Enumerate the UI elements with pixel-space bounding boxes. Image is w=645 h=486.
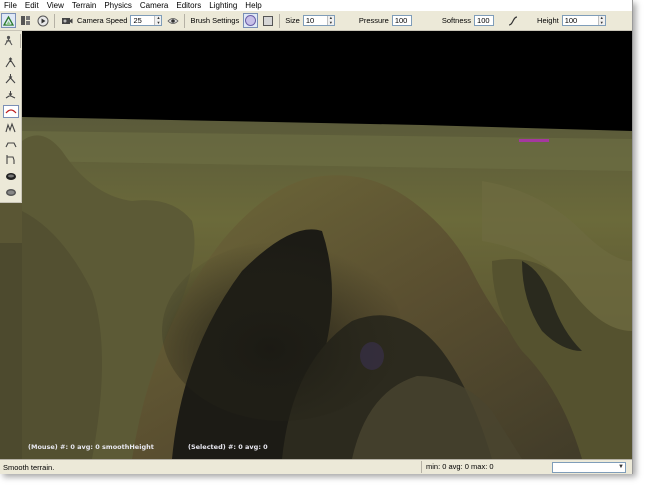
eye-icon	[167, 16, 179, 26]
editor-window: File Edit View Terrain Physics Camera Ed…	[0, 0, 633, 474]
softness-input[interactable]: 100	[474, 15, 495, 26]
brush-square-icon	[262, 15, 273, 26]
softness-value: 100	[477, 16, 490, 25]
raise-height-button[interactable]	[3, 56, 19, 69]
camera-speed-input[interactable]: 25 ▲ ▼	[130, 15, 163, 26]
square-brush-button[interactable]	[260, 13, 275, 28]
hole-icon	[5, 172, 17, 181]
brush-settings-label: Brush Settings	[190, 16, 240, 25]
menu-lighting[interactable]: Lighting	[205, 0, 241, 11]
adjust-height-button[interactable]	[2, 104, 19, 118]
pressure-input[interactable]: 100	[391, 15, 412, 26]
brush-round-icon	[245, 15, 257, 26]
erase-icon	[5, 188, 17, 197]
chevron-down-icon: ▼	[618, 463, 624, 470]
spinner-arrows-icon[interactable]: ▲ ▼	[597, 15, 605, 25]
terrain-editor-button[interactable]	[1, 13, 16, 28]
toolbar-separator	[279, 13, 281, 28]
lower-height-icon	[5, 73, 16, 84]
menu-file[interactable]: File	[0, 0, 21, 11]
menu-camera[interactable]: Camera	[136, 0, 172, 11]
character-icon	[3, 35, 14, 46]
size-label: Size	[285, 16, 300, 25]
height-stats: min: 0 avg: 0 max: 0	[421, 461, 546, 473]
smooth-icon	[5, 90, 16, 101]
height-value: 100	[564, 16, 578, 25]
size-value: 10	[305, 16, 315, 25]
softness-curve-button[interactable]	[505, 13, 520, 28]
palette-character-button[interactable]	[1, 33, 16, 48]
camera-speed-label: Camera Speed	[77, 16, 128, 25]
menu-edit[interactable]: Edit	[21, 0, 43, 11]
menu-physics[interactable]: Physics	[100, 0, 136, 11]
camera-icon	[61, 16, 73, 26]
play-icon	[37, 15, 49, 27]
spinner-arrows-icon[interactable]: ▲ ▼	[326, 15, 334, 25]
paint-icon	[5, 154, 16, 165]
menu-view[interactable]: View	[43, 0, 68, 11]
toolbar-separator	[54, 13, 55, 28]
menu-terrain[interactable]: Terrain	[68, 0, 100, 11]
terrain-render	[22, 31, 632, 459]
status-message: Smooth terrain.	[3, 462, 55, 472]
toolbar-separator	[20, 33, 21, 48]
terrain-edge-render	[0, 203, 22, 459]
terrain-viewport-edge	[0, 203, 22, 459]
menu-editors[interactable]: Editors	[172, 0, 205, 11]
status-bar: Smooth terrain. min: 0 avg: 0 max: 0 ▼	[0, 459, 632, 474]
camera-speed-value: 25	[133, 16, 142, 25]
pressure-label: Pressure	[358, 16, 389, 25]
size-input[interactable]: 10 ▲ ▼	[302, 15, 335, 26]
mouse-info-overlay: (Mouse) #: 0 avg: 0 smoothHeight	[28, 443, 154, 451]
play-button[interactable]	[35, 13, 50, 28]
lower-height-button[interactable]	[3, 72, 19, 85]
selected-info-overlay: (Selected) #: 0 avg: 0	[188, 443, 268, 451]
view-toggle-button[interactable]	[165, 13, 180, 28]
terrain-tools-panel	[0, 50, 22, 203]
softness-label: Softness	[441, 16, 472, 25]
flatten-icon	[5, 139, 17, 149]
erase-button[interactable]	[3, 186, 19, 199]
noise-button[interactable]	[3, 121, 19, 134]
noise-icon	[5, 122, 16, 133]
smooth-button[interactable]	[3, 88, 19, 101]
status-dropdown[interactable]: ▼	[552, 461, 626, 473]
adjust-height-icon	[5, 106, 17, 116]
softness-curve-icon	[507, 15, 519, 27]
pressure-value: 100	[394, 16, 408, 25]
raise-height-icon	[5, 57, 16, 68]
round-brush-button[interactable]	[243, 13, 259, 28]
terrain-brush-icon	[3, 15, 14, 26]
main-toolbar: Camera Speed 25 ▲ ▼ Brush Settings Size 1…	[0, 11, 632, 31]
camera-button[interactable]	[59, 13, 74, 28]
paint-button[interactable]	[3, 153, 19, 166]
flatten-button[interactable]	[3, 137, 19, 150]
menu-help[interactable]: Help	[241, 0, 265, 11]
terrain-viewport[interactable]: (Mouse) #: 0 avg: 0 smoothHeight (Select…	[22, 31, 632, 459]
spinner-arrows-icon[interactable]: ▲ ▼	[154, 15, 162, 25]
panels-button[interactable]	[18, 13, 33, 28]
hole-button[interactable]	[3, 170, 19, 183]
toolbar-separator	[184, 13, 186, 28]
height-label: Height	[537, 16, 559, 25]
panels-icon	[20, 15, 31, 26]
height-input[interactable]: 100 ▲ ▼	[561, 15, 606, 26]
